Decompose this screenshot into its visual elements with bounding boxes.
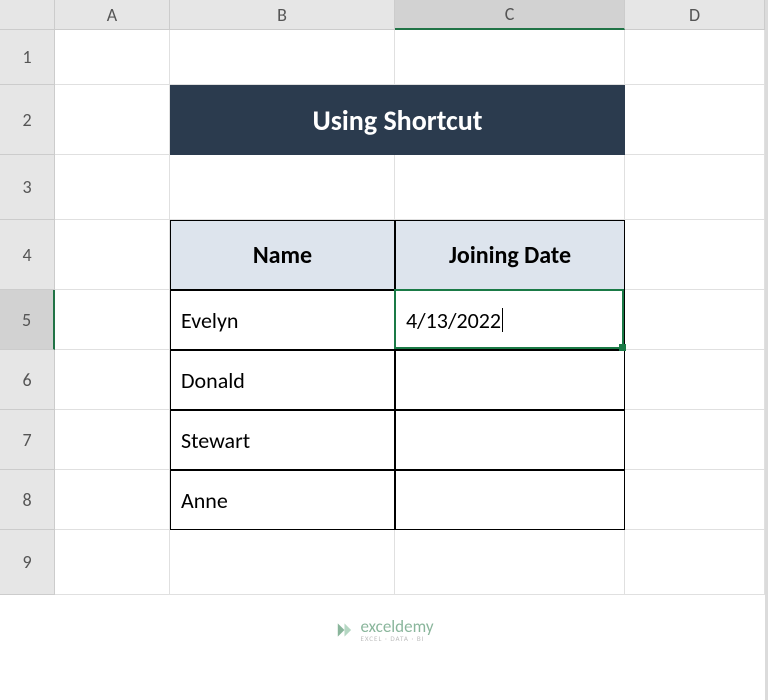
grid-area: Using Shortcut NameJoining DateEvelyn4/13… — [55, 30, 765, 595]
watermark-main: exceldemy — [360, 618, 433, 635]
cell-D7[interactable] — [625, 410, 765, 470]
cell-D3[interactable] — [625, 155, 765, 220]
cell-D5[interactable] — [625, 290, 765, 350]
cell-A4[interactable] — [55, 220, 170, 290]
data-date-0[interactable]: 4/13/2022 — [395, 290, 625, 350]
cell-D9[interactable] — [625, 530, 765, 595]
column-header-C[interactable]: C — [395, 0, 625, 30]
column-header-A[interactable]: A — [55, 0, 170, 30]
cell-D4[interactable] — [625, 220, 765, 290]
cell-A8[interactable] — [55, 470, 170, 530]
cell-A9[interactable] — [55, 530, 170, 595]
cell-A2[interactable] — [55, 85, 170, 155]
cell-D1[interactable] — [625, 30, 765, 85]
row-header-2[interactable]: 2 — [0, 85, 55, 155]
column-header-B[interactable]: B — [170, 0, 395, 30]
row-header-9[interactable]: 9 — [0, 530, 55, 595]
watermark: exceldemy EXCEL · DATA · BI — [334, 618, 433, 642]
row-header-7[interactable]: 7 — [0, 410, 55, 470]
title-cell[interactable]: Using Shortcut — [170, 85, 625, 155]
data-date-1[interactable] — [395, 350, 625, 410]
cell-A1[interactable] — [55, 30, 170, 85]
data-date-3[interactable] — [395, 470, 625, 530]
watermark-sub: EXCEL · DATA · BI — [360, 635, 433, 642]
cell-C1[interactable] — [395, 30, 625, 85]
cell-B3[interactable] — [170, 155, 395, 220]
data-name-1[interactable]: Donald — [170, 350, 395, 410]
header-name[interactable]: Name — [170, 220, 395, 290]
data-date-2[interactable] — [395, 410, 625, 470]
cell-B1[interactable] — [170, 30, 395, 85]
cell-A5[interactable] — [55, 290, 170, 350]
row-header-6[interactable]: 6 — [0, 350, 55, 410]
row-headers: 123456789 — [0, 30, 55, 595]
data-name-2[interactable]: Stewart — [170, 410, 395, 470]
cell-D6[interactable] — [625, 350, 765, 410]
row-header-5[interactable]: 5 — [0, 290, 55, 350]
cell-D2[interactable] — [625, 85, 765, 155]
watermark-icon — [334, 620, 354, 640]
column-headers: ABCD — [55, 0, 765, 30]
header-date[interactable]: Joining Date — [395, 220, 625, 290]
row-header-3[interactable]: 3 — [0, 155, 55, 220]
row-header-8[interactable]: 8 — [0, 470, 55, 530]
cell-B9[interactable] — [170, 530, 395, 595]
column-header-D[interactable]: D — [625, 0, 765, 30]
cell-C3[interactable] — [395, 155, 625, 220]
cell-A7[interactable] — [55, 410, 170, 470]
row-header-4[interactable]: 4 — [0, 220, 55, 290]
row-header-1[interactable]: 1 — [0, 30, 55, 85]
cell-A6[interactable] — [55, 350, 170, 410]
cell-C9[interactable] — [395, 530, 625, 595]
spreadsheet: ABCD 123456789 Using Shortcut NameJoining… — [0, 0, 768, 700]
data-name-3[interactable]: Anne — [170, 470, 395, 530]
select-all-corner[interactable] — [0, 0, 55, 30]
cell-D8[interactable] — [625, 470, 765, 530]
cell-A3[interactable] — [55, 155, 170, 220]
data-name-0[interactable]: Evelyn — [170, 290, 395, 350]
